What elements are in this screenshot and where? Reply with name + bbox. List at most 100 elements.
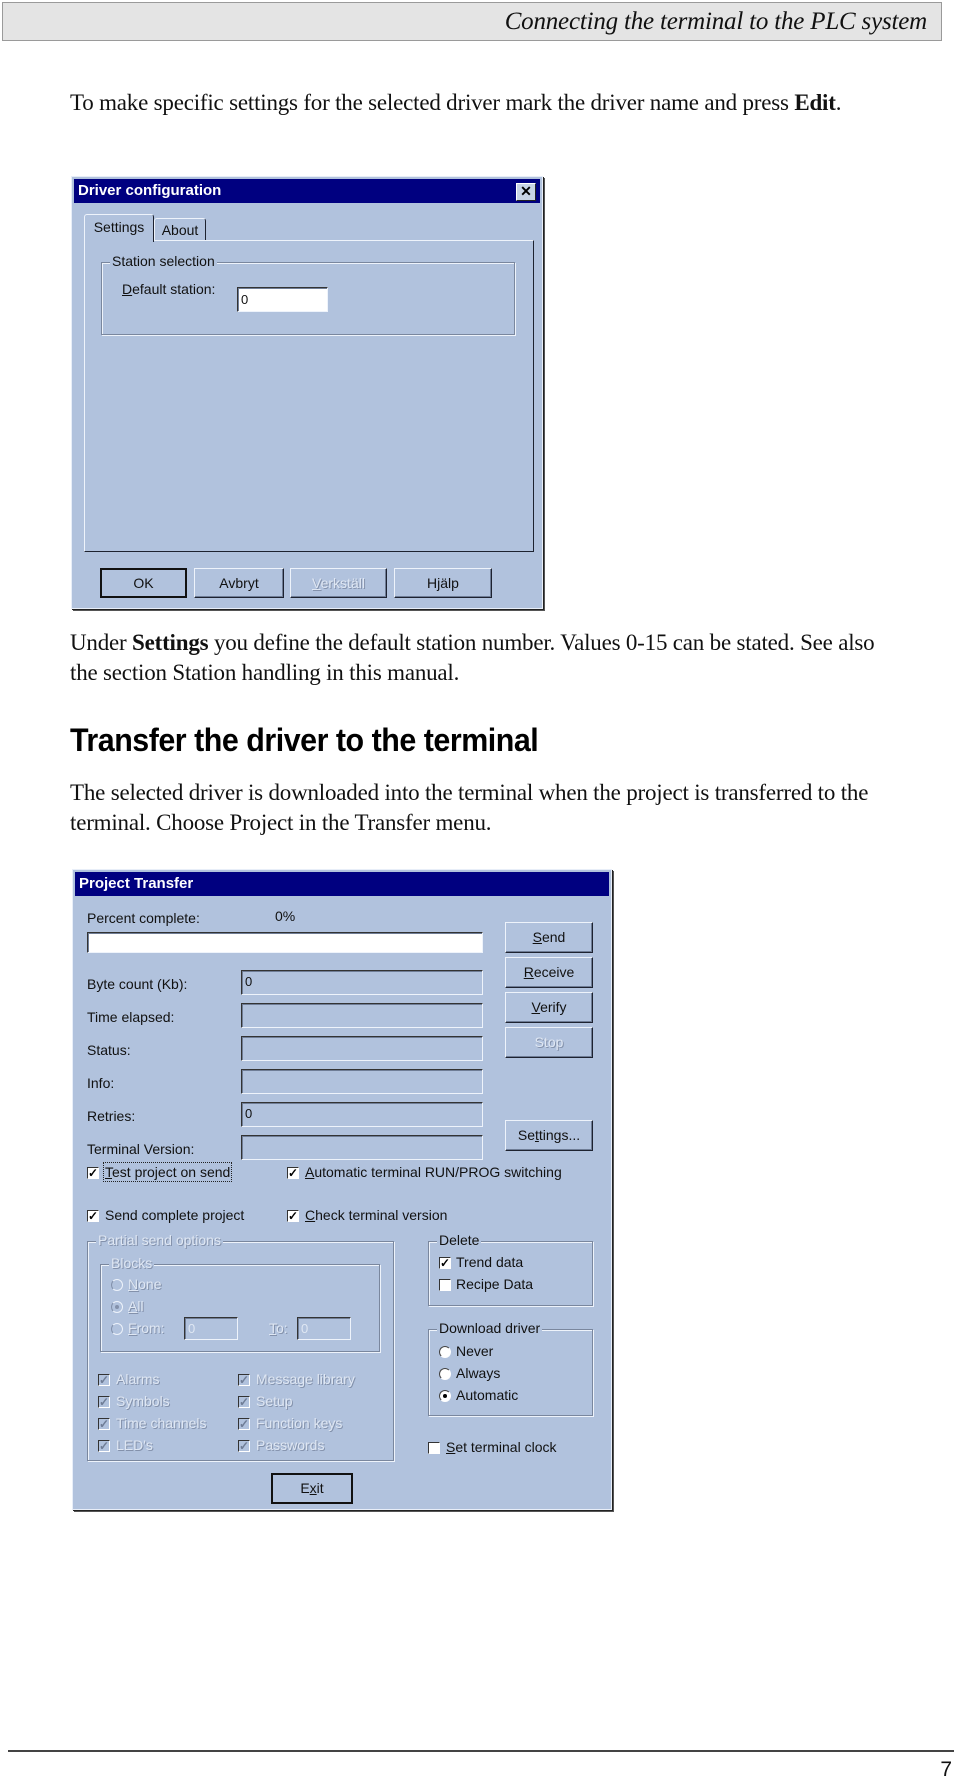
- checkmark-icon: ✓: [88, 1209, 99, 1223]
- trend-data-checkbox[interactable]: ✓: [439, 1257, 451, 1269]
- download-automatic-label[interactable]: Automatic: [456, 1387, 518, 1403]
- settings-button[interactable]: Settings...: [505, 1120, 593, 1151]
- block-none-radio: [111, 1279, 123, 1291]
- to-field: 0: [297, 1317, 351, 1340]
- auto-switch-label[interactable]: Automatic terminal RUN/PROG switching: [305, 1164, 562, 1180]
- running-header-title: Connecting the terminal to the PLC syste…: [504, 8, 928, 35]
- test-project-checkbox[interactable]: ✓: [87, 1167, 99, 1179]
- block-from-label: From:: [128, 1320, 165, 1336]
- all-text: ll: [137, 1298, 144, 1314]
- percent-complete-label: Percent complete:: [87, 910, 200, 926]
- stop-button: Stop: [505, 1027, 593, 1058]
- apply-label: erkställ: [320, 575, 365, 591]
- send-button[interactable]: Send: [505, 922, 593, 953]
- close-icon[interactable]: ✕: [516, 183, 536, 201]
- apply-button: Verkställ: [290, 568, 387, 598]
- checkmark-icon: ✓: [288, 1209, 299, 1223]
- delete-title: Delete: [437, 1232, 482, 1248]
- test-project-accel: T: [105, 1164, 112, 1180]
- checkmark-icon: ✓: [288, 1166, 299, 1180]
- download-automatic-radio[interactable]: [439, 1390, 451, 1402]
- send-accel: S: [532, 929, 542, 945]
- download-never-label[interactable]: Never: [456, 1343, 493, 1359]
- alarms-label: Alarms: [116, 1371, 160, 1387]
- settings-label-a: Se: [517, 1127, 535, 1143]
- alarms-checkbox: ✓: [98, 1373, 110, 1387]
- dialog-title-bar: Driver configuration ✕: [74, 179, 540, 203]
- running-header: Connecting the terminal to the PLC syste…: [2, 2, 942, 41]
- page-number: 7: [940, 1758, 952, 1781]
- to-label: To:: [269, 1320, 288, 1336]
- retries-label: Retries:: [87, 1108, 136, 1124]
- driver-configuration-dialog: Driver configuration ✕ Settings About St…: [71, 176, 543, 609]
- send-complete-label[interactable]: Send complete project: [105, 1207, 244, 1223]
- radio-dot-icon: [443, 1394, 447, 1398]
- test-project-label[interactable]: Test project on send: [102, 1162, 233, 1182]
- default-station-label-text: efault station:: [132, 281, 216, 297]
- set-clock-checkbox[interactable]: [428, 1442, 440, 1454]
- info-field: [241, 1069, 483, 1094]
- ok-button[interactable]: OK: [100, 568, 187, 598]
- from-accel: F: [128, 1320, 137, 1336]
- info-label: Info:: [87, 1075, 115, 1091]
- exit-label-a: E: [300, 1480, 310, 1496]
- settings-bold: Settings: [132, 630, 209, 655]
- auto-switch-checkbox[interactable]: ✓: [287, 1167, 299, 1179]
- verify-accel: V: [531, 999, 541, 1015]
- to-text: o:: [276, 1320, 288, 1336]
- receive-label: eceive: [533, 964, 575, 980]
- from-text: rom:: [136, 1320, 165, 1336]
- download-always-label[interactable]: Always: [456, 1365, 500, 1381]
- function-keys-checkbox: ✓: [238, 1417, 250, 1431]
- default-station-input[interactable]: 0: [237, 287, 328, 312]
- send-label: end: [541, 929, 566, 945]
- check-version-checkbox[interactable]: ✓: [287, 1210, 299, 1222]
- byte-count-label: Byte count (Kb):: [87, 976, 188, 992]
- send-complete-checkbox[interactable]: ✓: [87, 1210, 99, 1222]
- symbols-label: Symbols: [116, 1393, 170, 1409]
- time-elapsed-label: Time elapsed:: [87, 1009, 175, 1025]
- check-version-label[interactable]: Check terminal version: [305, 1207, 447, 1223]
- setup-label: Setup: [256, 1393, 293, 1409]
- intro-text: To make specific settings for the select…: [70, 90, 795, 115]
- default-station-label: Default station:: [122, 281, 215, 297]
- function-keys-label: Function keys: [256, 1415, 343, 1431]
- dialog-title-bar: Project Transfer: [75, 872, 609, 896]
- symbols-checkbox: ✓: [98, 1395, 110, 1409]
- verify-label: erify: [540, 999, 567, 1015]
- block-all-radio: [111, 1301, 123, 1313]
- recipe-data-label[interactable]: Recipe Data: [456, 1276, 533, 1292]
- download-never-radio[interactable]: [439, 1346, 451, 1358]
- help-button[interactable]: Hjälp: [394, 568, 492, 598]
- exit-accel: x: [309, 1480, 317, 1496]
- retries-field: 0: [241, 1102, 483, 1127]
- test-project-text: est project on send: [112, 1164, 231, 1180]
- section-body: The selected driver is downloaded into t…: [70, 780, 869, 835]
- blocks-group: Blocks None All From: 0 To: 0: [100, 1255, 380, 1352]
- verify-button[interactable]: Verify: [505, 992, 593, 1023]
- tab-about-label: About: [161, 222, 199, 238]
- radio-dot-icon: [115, 1305, 119, 1309]
- check-version-accel: C: [305, 1207, 316, 1223]
- apply-accel: V: [312, 575, 321, 591]
- message-library-checkbox: ✓: [238, 1373, 250, 1387]
- cancel-button[interactable]: Avbryt: [194, 568, 284, 598]
- download-driver-group: Download driver Never Always Automatic: [428, 1320, 593, 1416]
- terminal-version-field: [241, 1135, 483, 1160]
- exit-button[interactable]: Exit: [271, 1473, 353, 1504]
- none-text: one: [138, 1276, 162, 1292]
- default-station-label-accel: D: [122, 281, 133, 297]
- receive-button[interactable]: Receive: [505, 957, 593, 988]
- station-selection-title: Station selection: [110, 253, 217, 269]
- tab-about[interactable]: About: [154, 218, 206, 240]
- set-clock-label[interactable]: Set terminal clock: [446, 1439, 557, 1455]
- settings-label-b: tings...: [538, 1127, 581, 1143]
- tab-settings[interactable]: Settings: [84, 214, 154, 242]
- footer-rule: [8, 1750, 954, 1752]
- download-always-radio[interactable]: [439, 1368, 451, 1380]
- section-heading: Transfer the driver to the terminal: [70, 722, 539, 758]
- recipe-data-checkbox[interactable]: [439, 1279, 451, 1291]
- leds-checkbox: ✓: [98, 1439, 110, 1453]
- trend-data-label[interactable]: Trend data: [456, 1254, 523, 1270]
- exit-label-b: it: [316, 1480, 324, 1496]
